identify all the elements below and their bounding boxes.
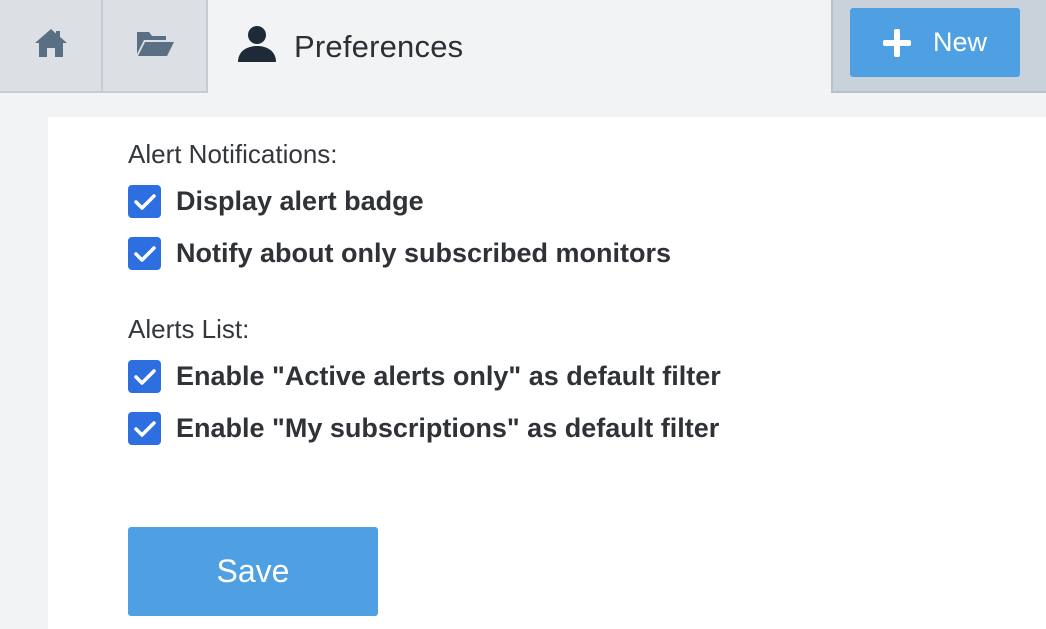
plus-icon (882, 28, 911, 57)
option-label: Enable "My subscriptions" as default fil… (176, 413, 720, 443)
active-alerts-only-checkbox[interactable] (128, 360, 161, 393)
alert-notifications-heading: Alert Notifications: (128, 139, 338, 169)
notify-subscribed-monitors-checkbox[interactable] (128, 237, 161, 270)
folder-icon (135, 28, 175, 63)
my-subscriptions-checkbox[interactable] (128, 412, 161, 445)
checkmark-icon (133, 368, 156, 385)
top-navigation-bar: Preferences New (0, 0, 1046, 93)
new-button-label: New (932, 27, 987, 57)
option-notify-subscribed-monitors: Notify about only subscribed monitors (128, 237, 671, 270)
checkmark-icon (133, 245, 156, 262)
save-button[interactable]: Save (128, 527, 378, 616)
user-icon (236, 25, 278, 68)
tab-home[interactable] (0, 0, 103, 93)
preferences-panel: Alert Notifications: Display alert badge… (48, 117, 1046, 629)
tab-preferences[interactable]: Preferences (208, 0, 463, 93)
option-display-alert-badge: Display alert badge (128, 185, 424, 218)
alerts-list-heading: Alerts List: (128, 314, 250, 344)
option-label: Display alert badge (176, 186, 424, 216)
home-icon (34, 28, 68, 63)
checkmark-icon (133, 193, 156, 210)
option-label: Notify about only subscribed monitors (176, 238, 672, 268)
option-active-alerts-only: Enable "Active alerts only" as default f… (128, 360, 721, 393)
new-button-container: New (831, 0, 1046, 93)
checkmark-icon (133, 420, 156, 437)
page-title: Preferences (294, 28, 464, 64)
new-button[interactable]: New (850, 8, 1020, 77)
option-label: Enable "Active alerts only" as default f… (176, 361, 721, 391)
display-alert-badge-checkbox[interactable] (128, 185, 161, 218)
option-my-subscriptions: Enable "My subscriptions" as default fil… (128, 412, 719, 445)
tab-folder[interactable] (103, 0, 208, 93)
